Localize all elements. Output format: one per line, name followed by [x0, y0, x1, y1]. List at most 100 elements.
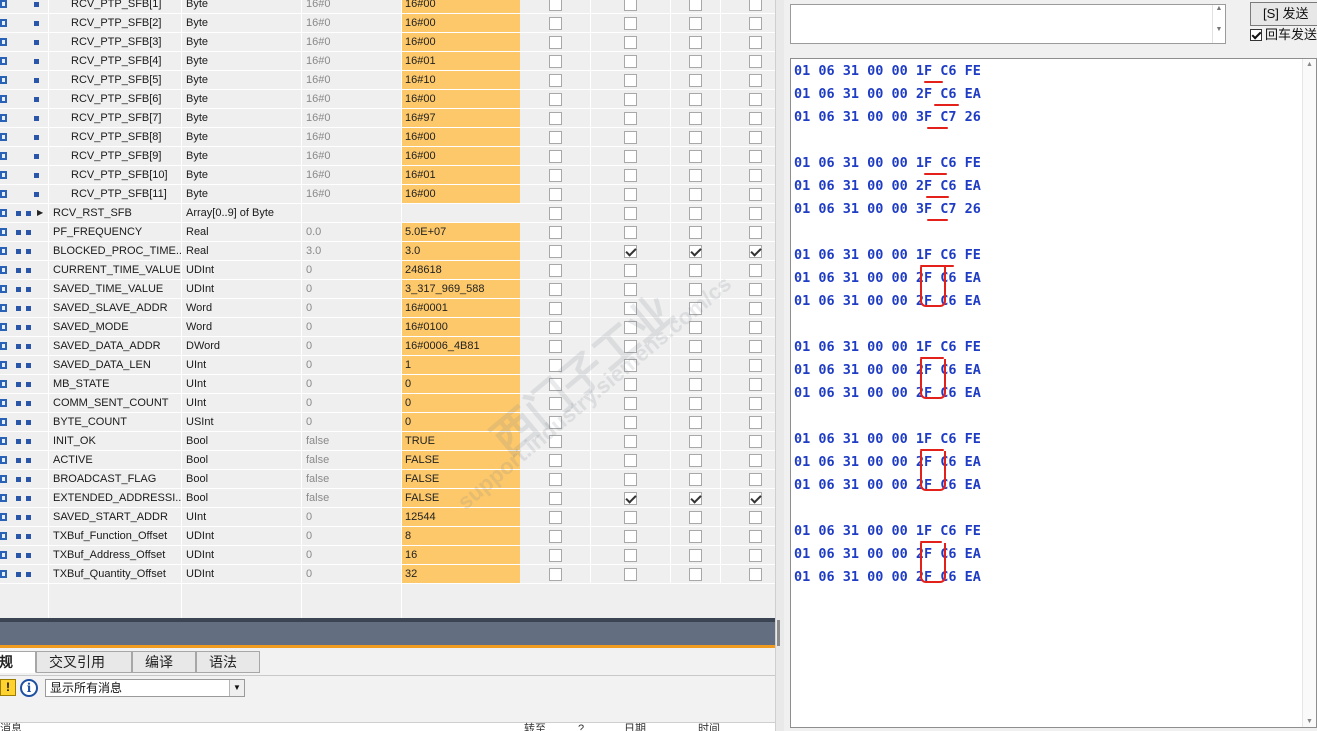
table-row[interactable]: TXBuf_Quantity_Offset UDInt 0 32: [0, 565, 775, 584]
row-checkbox[interactable]: [689, 511, 702, 524]
table-row[interactable]: SAVED_START_ADDR UInt 0 12544: [0, 508, 775, 527]
table-row[interactable]: PF_FREQUENCY Real 0.0 5.0E+07: [0, 223, 775, 242]
cell-name[interactable]: ACTIVE: [48, 451, 181, 469]
table-row[interactable]: RCV_PTP_SFB[7] Byte 16#0 16#97: [0, 109, 775, 128]
row-checkbox[interactable]: [689, 492, 702, 505]
table-row[interactable]: SAVED_MODE Word 0 16#0100: [0, 318, 775, 337]
cell-name[interactable]: EXTENDED_ADDRESSI...: [48, 489, 181, 507]
cell-name[interactable]: RCV_PTP_SFB[10]: [48, 166, 181, 184]
input-scrollbar[interactable]: ▲ ▼: [1212, 5, 1225, 43]
cell-monitor-value[interactable]: 16#00: [401, 33, 520, 51]
cell-name[interactable]: BYTE_COUNT: [48, 413, 181, 431]
info-filter-icon[interactable]: i: [20, 679, 38, 697]
row-checkbox[interactable]: [549, 378, 562, 391]
column-header-date[interactable]: 日期: [624, 723, 646, 731]
received-frame-line[interactable]: 01 06 31 00 00 1F C6 FE: [794, 246, 981, 264]
row-checkbox[interactable]: [624, 397, 637, 410]
cell-name[interactable]: BROADCAST_FLAG: [48, 470, 181, 488]
row-checkbox[interactable]: [549, 530, 562, 543]
row-checkbox[interactable]: [624, 378, 637, 391]
row-checkbox[interactable]: [689, 112, 702, 125]
received-frame-line[interactable]: 01 06 31 00 00 2F C6 EA: [794, 476, 981, 494]
cell-name[interactable]: SAVED_MODE: [48, 318, 181, 336]
cell-monitor-value[interactable]: 3_317_969_588: [401, 280, 520, 298]
row-checkbox[interactable]: [689, 226, 702, 239]
cell-name[interactable]: RCV_PTP_SFB[7]: [48, 109, 181, 127]
row-checkbox[interactable]: [689, 150, 702, 163]
row-checkbox[interactable]: [689, 473, 702, 486]
row-checkbox[interactable]: [689, 188, 702, 201]
row-checkbox[interactable]: [624, 492, 637, 505]
row-checkbox[interactable]: [689, 378, 702, 391]
row-checkbox[interactable]: [549, 492, 562, 505]
table-row[interactable]: ▶ RCV_RST_SFB Array[0..9] of Byte: [0, 204, 775, 223]
row-checkbox[interactable]: [749, 131, 762, 144]
cell-name[interactable]: RCV_PTP_SFB[5]: [48, 71, 181, 89]
row-checkbox[interactable]: [549, 226, 562, 239]
row-checkbox[interactable]: [624, 283, 637, 296]
row-checkbox[interactable]: [624, 568, 637, 581]
row-checkbox[interactable]: [549, 207, 562, 220]
cell-monitor-value[interactable]: 8: [401, 527, 520, 545]
cell-monitor-value[interactable]: 16#00: [401, 128, 520, 146]
row-checkbox[interactable]: [624, 302, 637, 315]
row-checkbox[interactable]: [624, 416, 637, 429]
row-checkbox[interactable]: [749, 454, 762, 467]
cell-monitor-value[interactable]: FALSE: [401, 470, 520, 488]
cell-name[interactable]: SAVED_DATA_LEN: [48, 356, 181, 374]
row-checkbox[interactable]: [549, 188, 562, 201]
row-checkbox[interactable]: [689, 340, 702, 353]
cell-name[interactable]: RCV_PTP_SFB[11]: [48, 185, 181, 203]
enter-to-send-option[interactable]: 回车发送: [1250, 28, 1317, 44]
row-checkbox[interactable]: [689, 359, 702, 372]
row-checkbox[interactable]: [749, 530, 762, 543]
row-checkbox[interactable]: [749, 511, 762, 524]
row-checkbox[interactable]: [549, 55, 562, 68]
row-checkbox[interactable]: [624, 17, 637, 30]
row-checkbox[interactable]: [624, 150, 637, 163]
row-checkbox[interactable]: [749, 283, 762, 296]
table-row[interactable]: COMM_SENT_COUNT UInt 0 0: [0, 394, 775, 413]
cell-monitor-value[interactable]: 16#00: [401, 0, 520, 13]
received-frame-line[interactable]: 01 06 31 00 00 2F C6 EA: [794, 85, 981, 103]
row-checkbox[interactable]: [624, 530, 637, 543]
row-checkbox[interactable]: [689, 530, 702, 543]
cell-monitor-value[interactable]: 16#00: [401, 14, 520, 32]
table-row[interactable]: ACTIVE Bool false FALSE: [0, 451, 775, 470]
table-row[interactable]: INIT_OK Bool false TRUE: [0, 432, 775, 451]
table-row[interactable]: RCV_PTP_SFB[8] Byte 16#0 16#00: [0, 128, 775, 147]
row-checkbox[interactable]: [624, 340, 637, 353]
row-checkbox[interactable]: [549, 549, 562, 562]
table-row[interactable]: CURRENT_TIME_VALUE UDInt 0 248618: [0, 261, 775, 280]
row-checkbox[interactable]: [689, 93, 702, 106]
table-row[interactable]: EXTENDED_ADDRESSI... Bool false FALSE: [0, 489, 775, 508]
cell-name[interactable]: BLOCKED_PROC_TIME...: [48, 242, 181, 260]
row-checkbox[interactable]: [624, 359, 637, 372]
chevron-down-icon[interactable]: ▼: [229, 680, 244, 696]
row-checkbox[interactable]: [549, 435, 562, 448]
table-row[interactable]: RCV_PTP_SFB[6] Byte 16#0 16#00: [0, 90, 775, 109]
row-checkbox[interactable]: [689, 207, 702, 220]
row-checkbox[interactable]: [689, 36, 702, 49]
cell-name[interactable]: SAVED_START_ADDR: [48, 508, 181, 526]
row-checkbox[interactable]: [749, 378, 762, 391]
row-checkbox[interactable]: [624, 131, 637, 144]
row-checkbox[interactable]: [689, 302, 702, 315]
send-button[interactable]: [S] 发送: [1250, 2, 1317, 26]
row-checkbox[interactable]: [549, 17, 562, 30]
cell-monitor-value[interactable]: FALSE: [401, 451, 520, 469]
cell-monitor-value[interactable]: 16#00: [401, 90, 520, 108]
cell-name[interactable]: RCV_RST_SFB: [48, 204, 181, 222]
tab-cross-references[interactable]: 交叉引用: [36, 651, 132, 673]
table-row[interactable]: BLOCKED_PROC_TIME... Real 3.0 3.0: [0, 242, 775, 261]
row-checkbox[interactable]: [749, 169, 762, 182]
tab-compile[interactable]: 编译: [132, 651, 196, 673]
cell-monitor-value[interactable]: 16#00: [401, 185, 520, 203]
table-row[interactable]: SAVED_DATA_ADDR DWord 0 16#0006_4B81: [0, 337, 775, 356]
row-checkbox[interactable]: [549, 74, 562, 87]
message-filter-select[interactable]: 显示所有消息 ▼: [45, 679, 245, 697]
row-checkbox[interactable]: [689, 264, 702, 277]
row-checkbox[interactable]: [624, 549, 637, 562]
row-checkbox[interactable]: [749, 473, 762, 486]
cell-name[interactable]: RCV_PTP_SFB[9]: [48, 147, 181, 165]
